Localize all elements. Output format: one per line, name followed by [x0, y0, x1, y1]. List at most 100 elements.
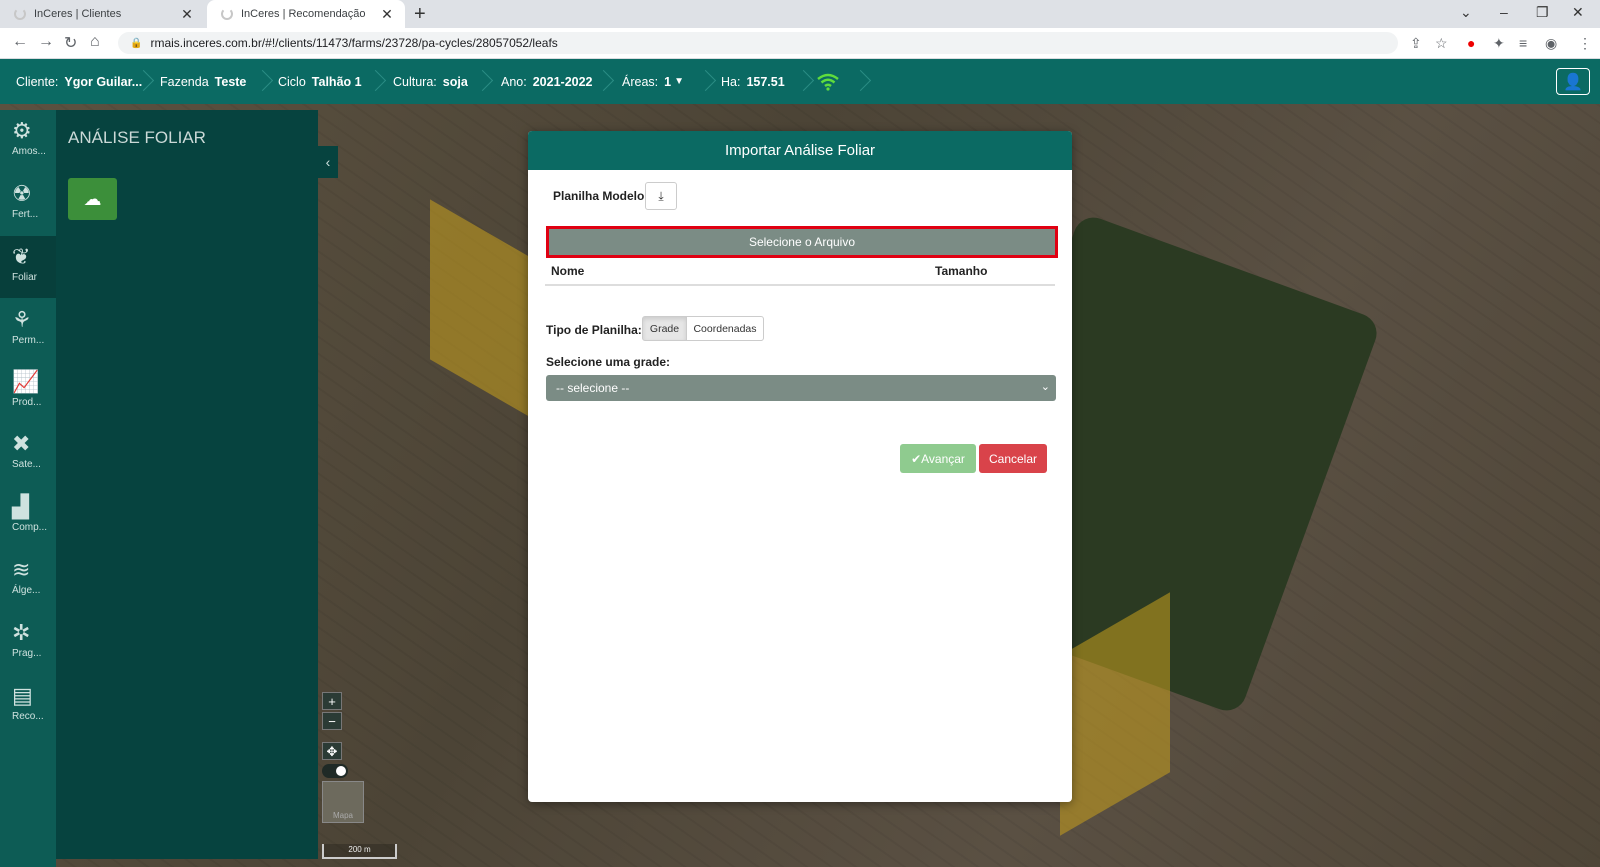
upload-button[interactable]: ☁: [68, 178, 117, 220]
grade-select-value: -- selecione --: [556, 381, 630, 395]
tab-title: InCeres | Recomendação: [241, 8, 366, 20]
divider: [545, 284, 1055, 286]
cloud-upload-icon: ☁: [83, 188, 102, 209]
sidebar-item-algebra[interactable]: ≋ Álge...: [0, 549, 56, 611]
close-icon[interactable]: ✕: [179, 6, 195, 23]
share-icon[interactable]: ⇪: [1410, 35, 1422, 52]
sidebar-item-label: Sate...: [12, 459, 41, 470]
sidebar-item-permissao[interactable]: ⚘ Perm...: [0, 299, 56, 361]
zoom-in-button[interactable]: +: [322, 692, 342, 710]
column-header-nome: Nome: [551, 264, 585, 278]
cancelar-button[interactable]: Cancelar: [979, 444, 1047, 473]
crumb-ano[interactable]: Ano: 2021-2022: [501, 59, 593, 104]
tipo-grade-option[interactable]: Grade: [642, 316, 687, 341]
browser-tab-recomendacao[interactable]: InCeres | Recomendação ✕: [207, 0, 405, 28]
tab-search-icon[interactable]: ⌄: [1460, 4, 1472, 21]
minimize-icon[interactable]: –: [1500, 4, 1508, 20]
modal-title: Importar Análise Foliar: [528, 131, 1072, 170]
download-icon: ⤓: [658, 188, 664, 203]
url-text: rmais.inceres.com.br/#!/clients/11473/fa…: [150, 36, 558, 50]
crumb-fazenda[interactable]: Fazenda Teste: [160, 59, 246, 104]
avancar-button[interactable]: ✔ Avançar: [900, 444, 976, 473]
pest-icon: ✲: [12, 620, 31, 645]
reading-list-icon[interactable]: ≡: [1519, 35, 1527, 51]
pan-move-button[interactable]: ✥: [322, 742, 342, 760]
sidebar-item-label: Foliar: [12, 272, 38, 283]
tipo-coordenadas-option[interactable]: Coordenadas: [687, 316, 764, 341]
planilha-modelo-label: Planilha Modelo: [553, 189, 645, 203]
browser-tab-clientes[interactable]: InCeres | Clientes ✕: [0, 0, 205, 28]
chevron-down-icon: ▼: [674, 76, 684, 87]
sidebar-item-amostragem[interactable]: ⚙ Amos...: [0, 110, 56, 172]
browser-tabbar: InCeres | Clientes ✕ InCeres | Recomenda…: [0, 0, 1600, 28]
profile-avatar-icon[interactable]: ◉: [1545, 35, 1557, 52]
window-close-icon[interactable]: ✕: [1572, 4, 1584, 21]
scale-label: 200 m: [348, 845, 371, 854]
satellite-icon: ✖: [12, 431, 31, 456]
chevron-right-icon: [593, 69, 615, 94]
crumb-value: 157.51: [746, 74, 785, 89]
download-template-button[interactable]: ⤓: [645, 182, 677, 210]
home-icon[interactable]: ⌂: [90, 33, 100, 51]
sidebar-item-foliar[interactable]: ❦ Foliar: [0, 236, 56, 298]
crumb-value: Ygor Guilar...: [64, 74, 143, 89]
sidebar-item-pragas[interactable]: ✲ Prag...: [0, 612, 56, 674]
productivity-icon: 📈: [12, 369, 40, 394]
close-icon[interactable]: ✕: [379, 6, 395, 23]
forward-icon[interactable]: →: [38, 33, 54, 51]
address-bar[interactable]: 🔒 rmais.inceres.com.br/#!/clients/11473/…: [118, 32, 1398, 54]
sidebar-item-recomendacao[interactable]: ▤ Reco...: [0, 675, 56, 737]
minimap-label: Mapa: [332, 811, 353, 820]
loading-icon: [14, 8, 26, 20]
collapse-panel-button[interactable]: ‹: [318, 146, 338, 178]
crumb-label: Cliente:: [16, 74, 59, 89]
sidebar-item-fertilidade[interactable]: ☢ Fert...: [0, 173, 56, 235]
restore-icon[interactable]: ❐: [1536, 4, 1549, 21]
crumb-value: 2021-2022: [532, 74, 593, 89]
leaf-icon: ❦: [12, 244, 31, 269]
chevron-right-icon: [252, 69, 274, 94]
crumb-label: Cultura:: [393, 74, 437, 89]
crumb-cultura[interactable]: Cultura: soja: [393, 59, 468, 104]
sampling-icon: ⚙: [12, 118, 32, 143]
check-icon: ✔: [911, 451, 922, 466]
crumb-label: Ha:: [721, 74, 741, 89]
crumb-ciclo[interactable]: Ciclo Talhão 1: [278, 59, 362, 104]
column-header-tamanho: Tamanho: [935, 264, 988, 278]
sidebar-item-satelite[interactable]: ✖ Sate...: [0, 423, 56, 485]
sidebar-item-compactacao[interactable]: ▟ Comp...: [0, 486, 56, 548]
user-menu-button[interactable]: 👤: [1556, 68, 1590, 95]
crumb-areas[interactable]: Áreas: 1 ▼: [622, 59, 684, 104]
crumb-ha: Ha: 157.51: [721, 59, 785, 104]
selecione-grade-label: Selecione uma grade:: [546, 355, 671, 369]
select-file-button[interactable]: Selecione o Arquivo: [546, 226, 1058, 258]
new-tab-icon[interactable]: +: [414, 3, 426, 26]
crumb-value: 1: [664, 74, 672, 89]
crumb-value: soja: [442, 74, 468, 89]
chevron-right-icon: [695, 69, 717, 94]
crumb-value: Teste: [214, 74, 247, 89]
crumb-label: Fazenda: [160, 74, 209, 89]
sidebar-item-produtividade[interactable]: 📈 Prod...: [0, 361, 56, 423]
extensions-icon[interactable]: ✦: [1493, 35, 1505, 52]
back-icon[interactable]: ←: [12, 33, 28, 51]
bookmark-star-icon[interactable]: ☆: [1435, 35, 1448, 52]
avancar-label: Avançar: [921, 451, 965, 466]
opera-extension-icon[interactable]: ●: [1467, 35, 1475, 51]
sidebar-item-label: Amos...: [12, 146, 46, 157]
wifi-icon: [817, 59, 839, 104]
loading-icon: [221, 8, 233, 20]
zoom-out-button[interactable]: −: [322, 712, 342, 730]
sidebar-item-label: Reco...: [12, 711, 44, 722]
reload-icon[interactable]: ↻: [64, 33, 77, 53]
sidebar-item-label: Prod...: [12, 397, 42, 408]
app-breadcrumb-nav: Cliente: Ygor Guilar... Fazenda Teste Ci…: [0, 59, 1600, 104]
sidebar-item-label: Comp...: [12, 522, 48, 533]
analise-foliar-panel: ANÁLISE FOLIAR ☁: [56, 110, 318, 859]
crumb-label: Áreas:: [622, 74, 659, 89]
layer-toggle[interactable]: [322, 764, 348, 778]
grade-select[interactable]: -- selecione -- ⌄: [546, 375, 1056, 401]
minimap[interactable]: Mapa: [322, 781, 364, 823]
menu-kebab-icon[interactable]: ⋮: [1578, 35, 1592, 52]
crumb-cliente[interactable]: Cliente: Ygor Guilar...: [16, 59, 142, 104]
